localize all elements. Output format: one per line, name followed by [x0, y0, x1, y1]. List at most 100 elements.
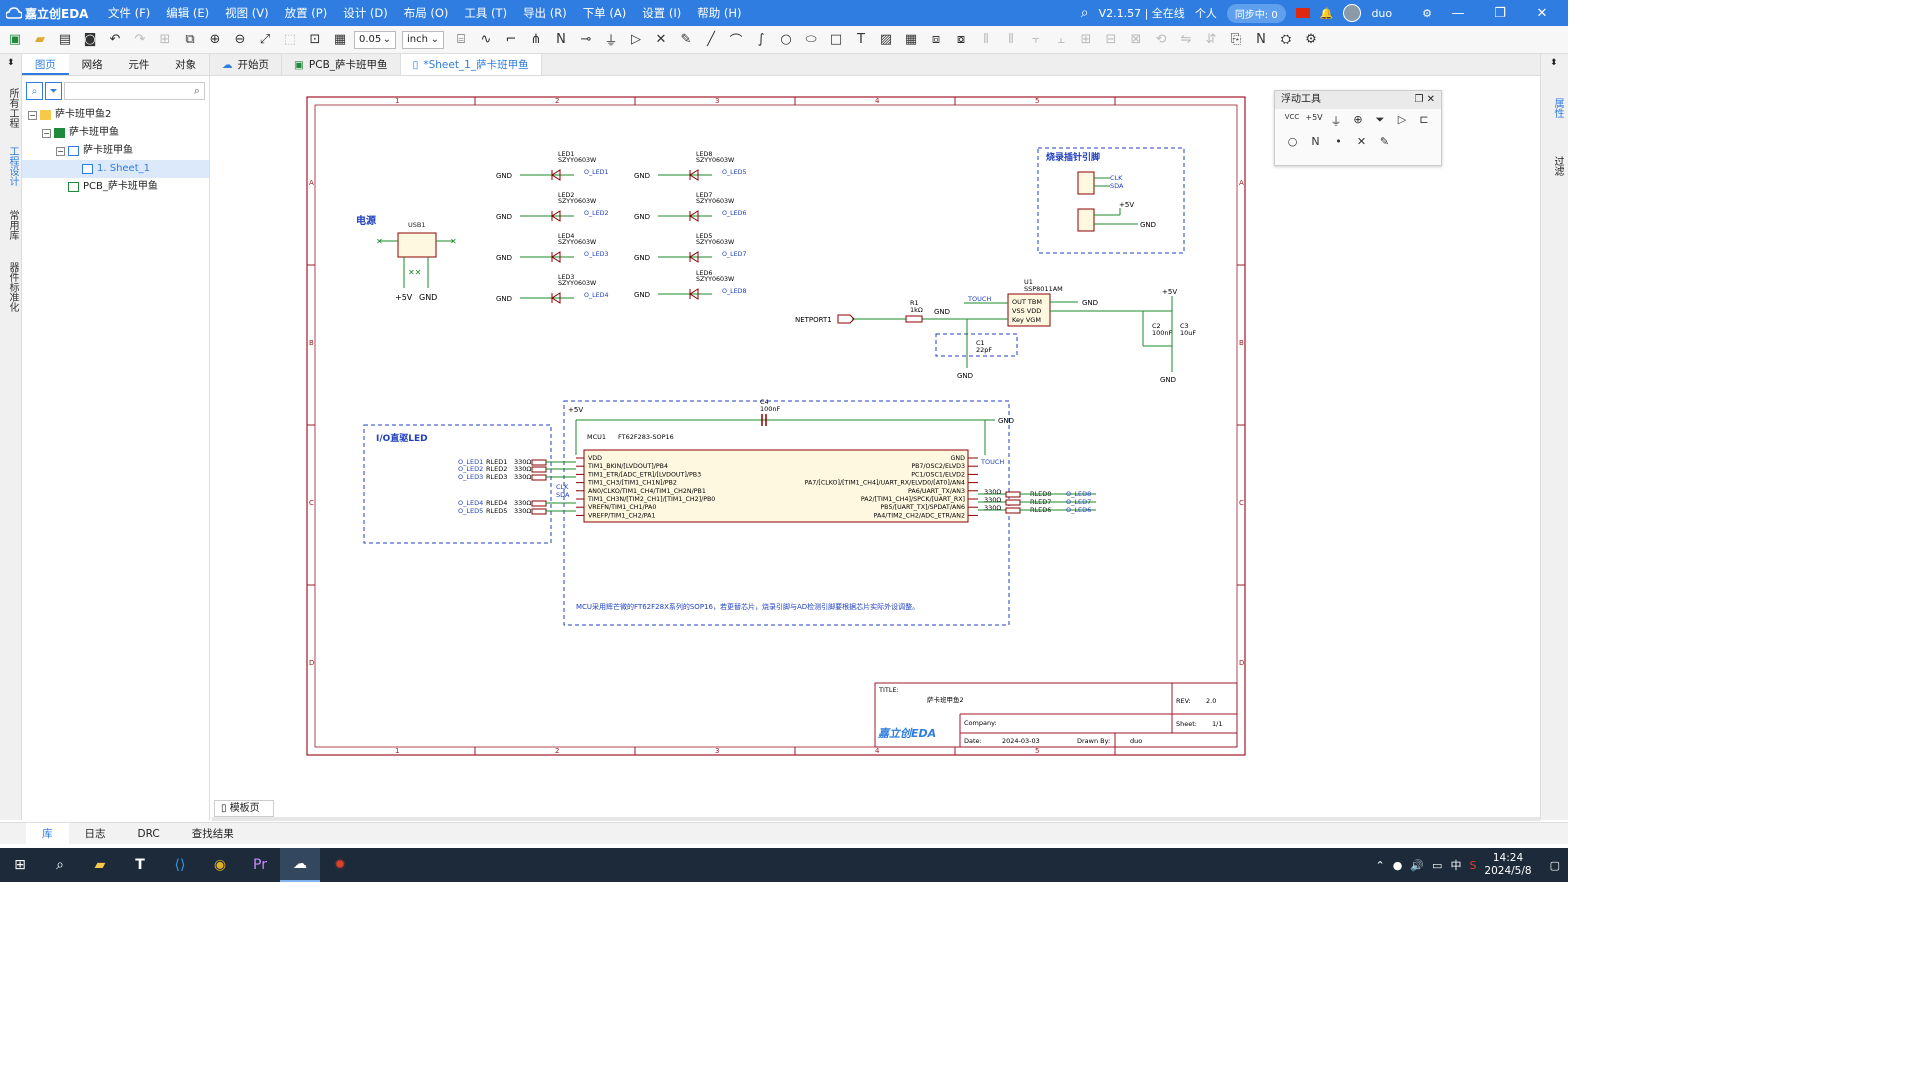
tab-nets[interactable]: 网络	[69, 54, 116, 75]
close-icon[interactable]: ❐ ✕	[1414, 91, 1435, 109]
align-center-icon[interactable]: ⊞	[1075, 29, 1097, 51]
redo-icon[interactable]: ↷	[129, 29, 151, 51]
avatar[interactable]	[1343, 4, 1362, 22]
tree-pcb[interactable]: PCB_萨卡班甲鱼	[22, 178, 209, 196]
vcc-tool-icon[interactable]: VCC	[1281, 113, 1303, 131]
tray-expand-icon[interactable]: ⌃	[1376, 859, 1385, 872]
menu-export[interactable]: 导出 (R)	[515, 5, 575, 21]
led-4[interactable]: GNDLED3SZYY0603WO_LED4	[496, 274, 608, 304]
open-folder-icon[interactable]: ▰	[29, 29, 51, 51]
no-connect-icon[interactable]: ✕	[650, 29, 672, 51]
power-icon[interactable]: ⏚	[600, 29, 622, 51]
io-led-block[interactable]: I/O直驱LED	[363, 424, 552, 544]
strip-properties[interactable]: 属性	[1550, 98, 1565, 118]
search-icon[interactable]: ⌕	[1081, 5, 1089, 21]
tab-find-results[interactable]: 查找结果	[176, 823, 250, 844]
restore-icon[interactable]: ❐	[1484, 6, 1516, 21]
tree-schematic[interactable]: − 萨卡班甲鱼	[22, 142, 209, 160]
touch-ic-u1[interactable]: U1 SSP8011AM OUT TBM VSS VDD Key VGM TOU…	[795, 278, 1196, 384]
schematic-svg[interactable]: 1 2 3 4 5 1 2 3 4 5 A B C D A B C D 电源 U…	[212, 76, 1540, 798]
strip-common-lib[interactable]: 常用库	[5, 210, 20, 240]
menu-settings[interactable]: 设置 (I)	[634, 5, 689, 21]
usb-connector[interactable]: 电源 USB1 ✕ ✕ ✕✕ +5V GND	[356, 214, 457, 302]
port-tool-icon[interactable]: ▷	[1391, 113, 1413, 131]
menu-tools[interactable]: 工具 (T)	[456, 5, 515, 21]
flip-v-icon[interactable]: ⇵	[1200, 29, 1222, 51]
menu-place[interactable]: 放置 (P)	[277, 5, 336, 21]
update-pcb-icon[interactable]: ⛭	[1275, 29, 1297, 51]
account-dropdown[interactable]: 个人	[1195, 5, 1217, 21]
snapshot-icon[interactable]: ◙	[79, 29, 101, 51]
close-icon[interactable]: ✕	[1526, 6, 1558, 21]
probe-icon[interactable]: ✎	[675, 29, 697, 51]
sogou-icon[interactable]: S	[1469, 859, 1476, 872]
strip-project-design[interactable]: 工程设计	[5, 146, 20, 186]
tab-drc[interactable]: DRC	[122, 823, 176, 844]
tab-start-page[interactable]: ☁ 开始页	[210, 54, 282, 75]
ellipse-icon[interactable]: ⬭	[800, 29, 822, 51]
search-input[interactable]: ⌕	[64, 82, 205, 100]
zoom-out-icon[interactable]: ⊖	[229, 29, 251, 51]
vscode-icon[interactable]: ⟨⟩	[160, 848, 200, 882]
rectangle-icon[interactable]: □	[825, 29, 847, 51]
arc-icon[interactable]: ⌒	[725, 29, 747, 51]
menu-view[interactable]: 视图 (V)	[217, 5, 277, 21]
group-icon[interactable]: ⊞	[154, 29, 176, 51]
bom-icon[interactable]: ⧇	[950, 29, 972, 51]
port-bi-tool-icon[interactable]: ⊏	[1413, 113, 1435, 131]
schematic-canvas[interactable]: 1 2 3 4 5 1 2 3 4 5 A B C D A B C D 电源 U…	[212, 76, 1540, 798]
settings-gear-icon[interactable]: ⚙	[1422, 7, 1432, 20]
collapse-right-icon[interactable]: ⬍	[1550, 58, 1558, 68]
user-name[interactable]: duo	[1371, 7, 1392, 20]
mcu-block[interactable]: +5V C4 100nF GND MCU1 FT62F283-SOP16 VDD…	[458, 398, 1096, 626]
zoom-select-icon[interactable]: ⊡	[304, 29, 326, 51]
line-icon[interactable]: ╱	[700, 29, 722, 51]
tab-log[interactable]: 日志	[69, 823, 122, 844]
tab-sheet[interactable]: ▯ *Sheet_1_萨卡班甲鱼	[400, 54, 542, 75]
tab-objects[interactable]: 对象	[162, 54, 209, 75]
probe-tool-icon[interactable]: ⊕	[1347, 113, 1369, 131]
chrome-icon[interactable]: ◉	[200, 848, 240, 882]
led-2[interactable]: GNDLED2SZYY0603WO_LED2	[496, 192, 608, 222]
collapse-toggle-icon[interactable]: −	[56, 146, 65, 156]
ime-indicator[interactable]: 中	[1450, 857, 1461, 873]
new-icon[interactable]: ▣	[4, 29, 26, 51]
port-icon[interactable]: ▷	[625, 29, 647, 51]
filter-icon[interactable]: ⏷	[45, 82, 62, 100]
netlabel-icon[interactable]: N	[550, 29, 572, 51]
text-icon[interactable]: T	[850, 29, 872, 51]
junction-tool-icon[interactable]: •	[1327, 135, 1350, 153]
junction-icon[interactable]: ⊸	[575, 29, 597, 51]
net-icon[interactable]: ∿	[475, 29, 497, 51]
led-1[interactable]: GNDLED1SZYY0603WO_LED1	[496, 151, 608, 181]
tab-library[interactable]: 库	[26, 823, 69, 844]
floating-tools-header[interactable]: 浮动工具 ❐ ✕	[1275, 91, 1441, 109]
taskbar-search-icon[interactable]: ⌕	[40, 848, 80, 882]
sync-status[interactable]: 同步中: 0	[1226, 3, 1286, 23]
menu-file[interactable]: 文件 (F)	[100, 5, 158, 21]
search-mode-icon[interactable]: ⌕	[26, 82, 43, 100]
clock[interactable]: 14:24 2024/5/8	[1484, 852, 1531, 878]
pencil-tool-icon[interactable]: ✎	[1373, 135, 1396, 153]
bezier-icon[interactable]: ∫	[750, 29, 772, 51]
bus-icon[interactable]: ⋔	[525, 29, 547, 51]
save-icon[interactable]: ▤	[54, 29, 76, 51]
no-connect-tool-icon[interactable]: ✕	[1350, 135, 1373, 153]
design-check-icon[interactable]: ⎘	[1225, 29, 1247, 51]
led-7[interactable]: GNDLED5SZYY0603WO_LED7	[634, 233, 746, 263]
align-right-icon[interactable]: ⫴	[1000, 29, 1022, 51]
table-icon[interactable]: ▦	[900, 29, 922, 51]
typora-icon[interactable]: T	[120, 848, 160, 882]
ground-tool-icon[interactable]: ⏚	[1325, 113, 1347, 131]
template-page-tab[interactable]: ▯ 模板页	[214, 800, 274, 817]
tab-pcb[interactable]: ▣ PCB_萨卡班甲鱼	[282, 54, 401, 75]
menu-order[interactable]: 下单 (A)	[575, 5, 635, 21]
tree-board[interactable]: − 萨卡班甲鱼	[22, 124, 209, 142]
collapse-toggle-icon[interactable]: −	[28, 110, 37, 120]
collapse-toggle-icon[interactable]: −	[42, 128, 51, 138]
zoom-area-icon[interactable]: ⬚	[279, 29, 301, 51]
minimize-icon[interactable]: —	[1442, 6, 1474, 21]
lceda-taskbar-icon[interactable]: ☁	[280, 848, 320, 882]
led-3[interactable]: GNDLED4SZYY0603WO_LED3	[496, 233, 608, 263]
led-8[interactable]: GNDLED6SZYY0603WO_LED8	[634, 270, 746, 300]
